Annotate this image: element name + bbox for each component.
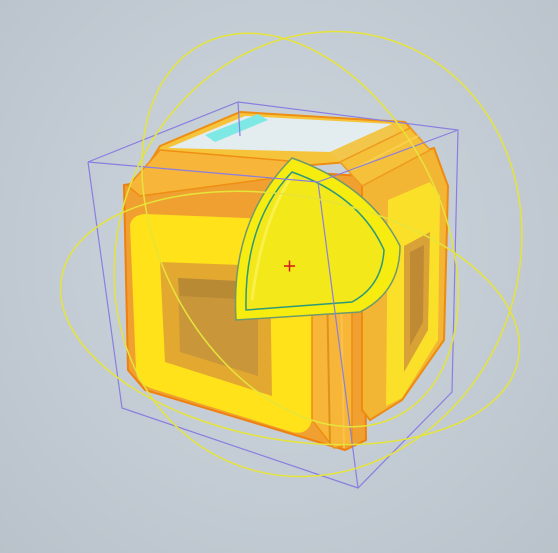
cube-model[interactable]	[122, 110, 450, 452]
3d-viewport[interactable]	[0, 0, 558, 553]
